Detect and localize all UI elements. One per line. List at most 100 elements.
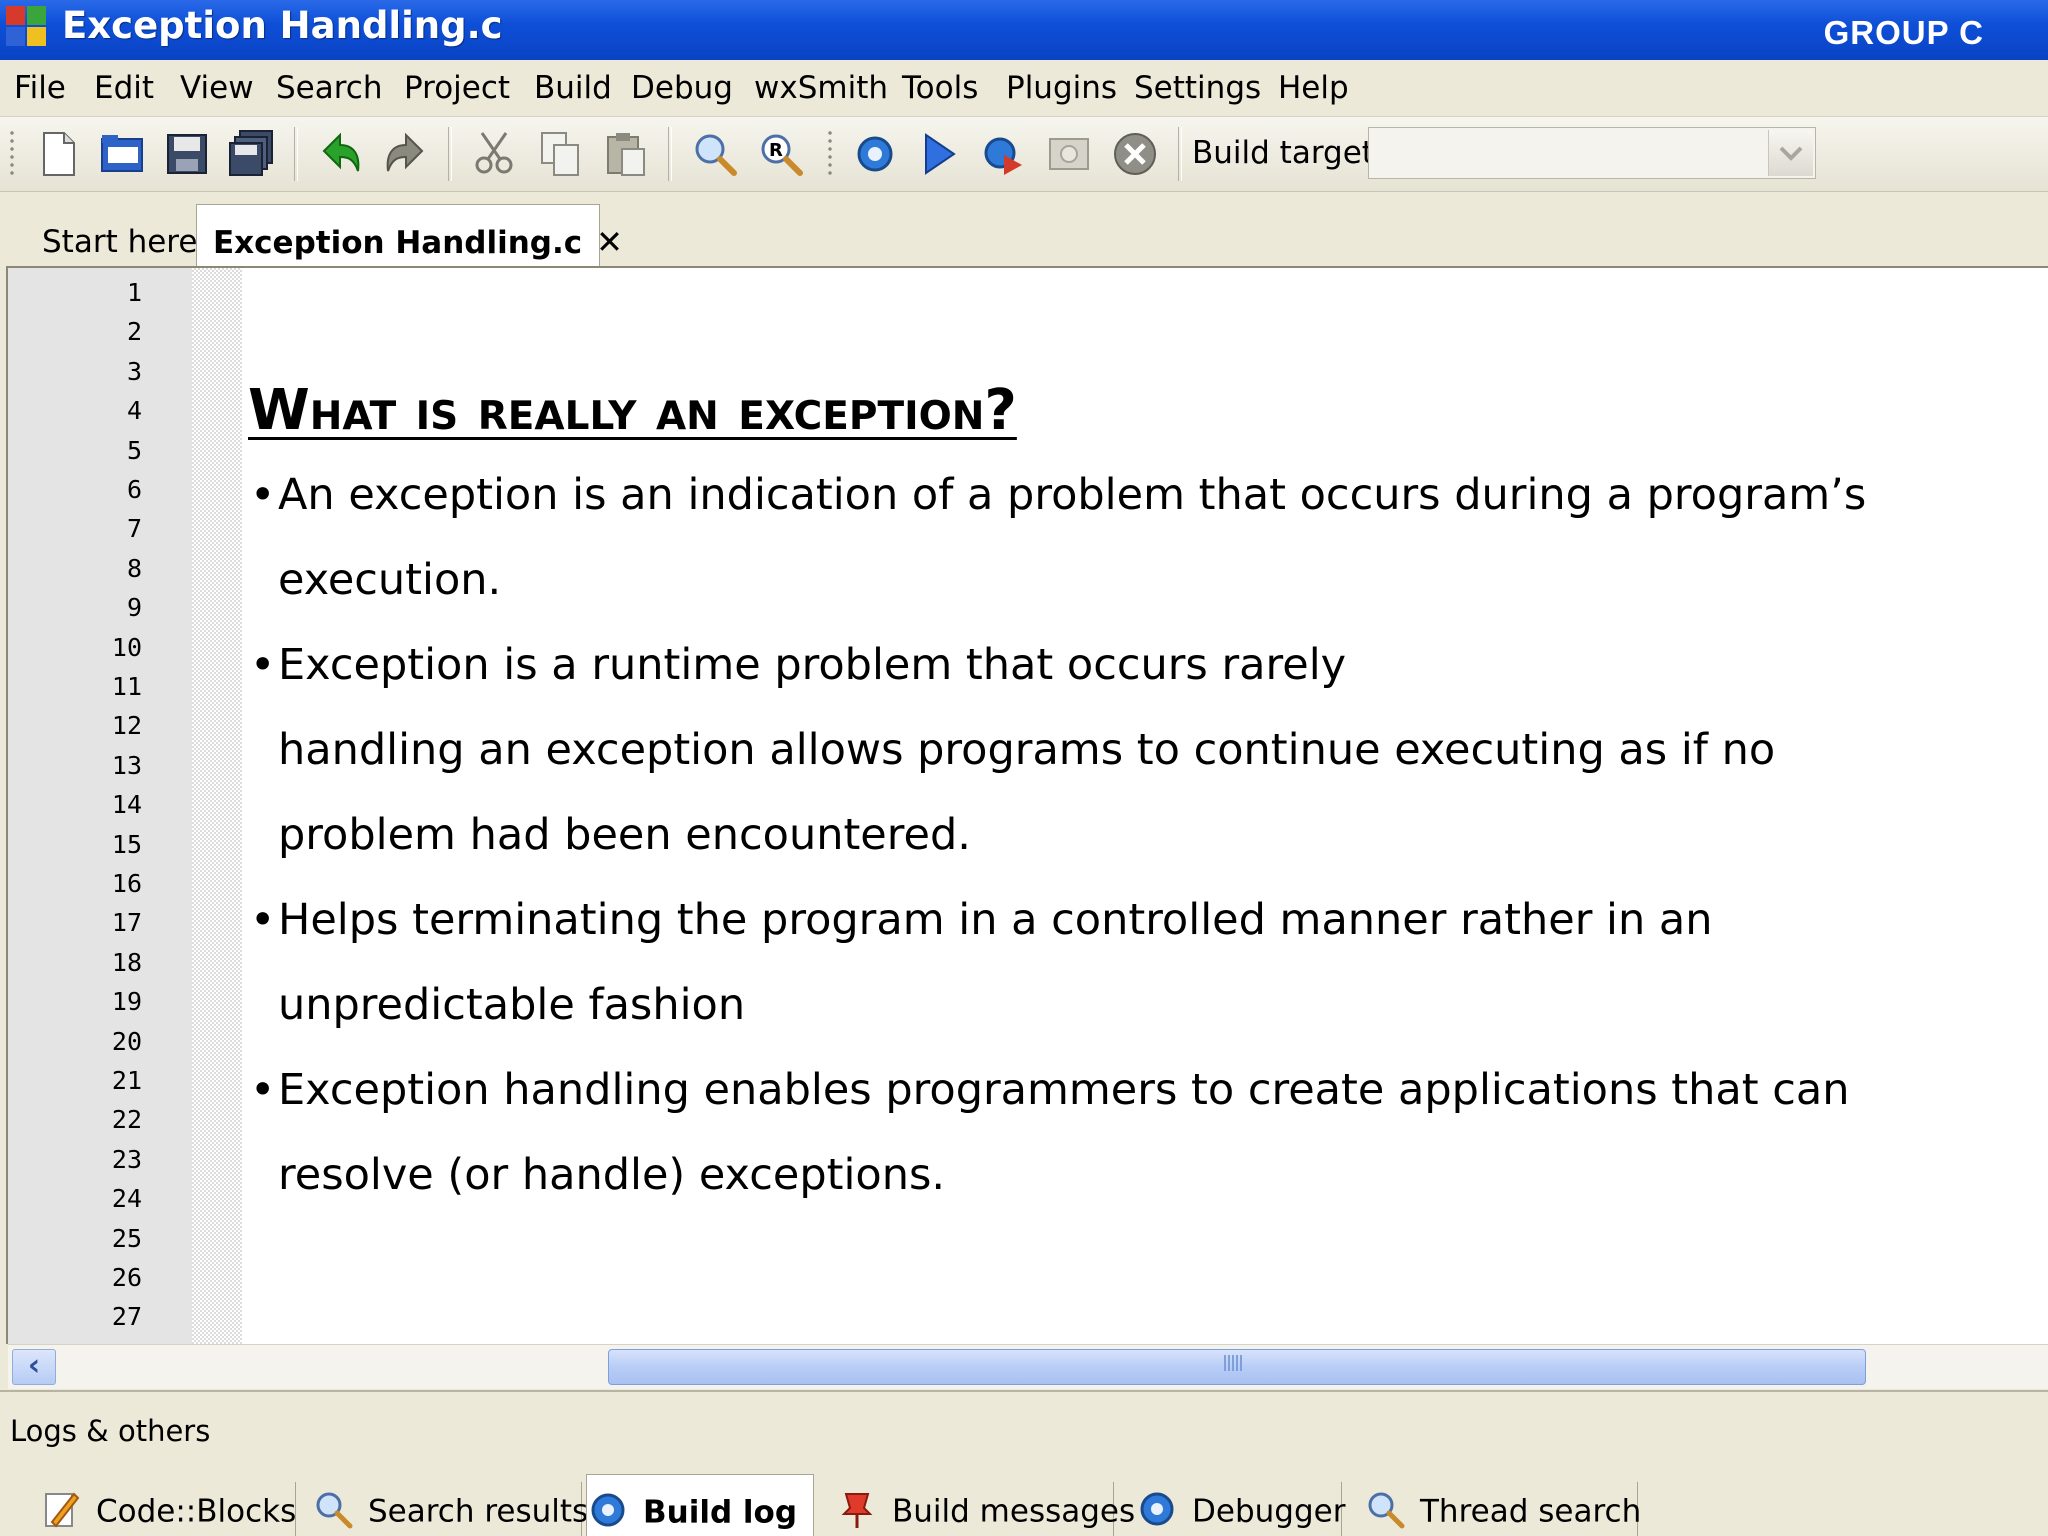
paste-icon[interactable]: [600, 129, 650, 179]
bullet-item: • Exception is a runtime problem that occ…: [248, 623, 2038, 878]
toolbar-separator: [1178, 127, 1182, 181]
tab-start-here[interactable]: Start here: [30, 212, 211, 264]
bullet-line: problem had been encountered.: [278, 810, 971, 860]
scroll-left-icon[interactable]: ‹: [12, 1349, 56, 1385]
log-tab-search-results[interactable]: Search results: [312, 1482, 588, 1536]
abort-icon[interactable]: [1110, 129, 1160, 179]
tab-exception-handling[interactable]: Exception Handling.c ✕: [196, 204, 623, 266]
open-folder-icon[interactable]: [98, 129, 148, 179]
log-tab-label: Debugger: [1192, 1493, 1346, 1530]
menu-edit[interactable]: Edit: [90, 68, 158, 108]
menu-plugins[interactable]: Plugins: [1002, 68, 1121, 108]
line-number: 17: [111, 908, 142, 938]
menu-settings[interactable]: Settings: [1130, 68, 1265, 108]
log-tabs: Code::Blocks Search results Build log Bu…: [0, 1474, 2048, 1536]
log-tab-label: Search results: [368, 1493, 589, 1530]
build-and-run-icon[interactable]: [978, 129, 1028, 179]
tab-label: Exception Handling.c: [213, 225, 583, 261]
line-number: 9: [126, 593, 142, 623]
line-number: 26: [111, 1263, 142, 1292]
log-tab-build-messages[interactable]: Build messages: [836, 1482, 1135, 1536]
log-tab-debugger[interactable]: Debugger: [1136, 1482, 1346, 1536]
bullet-line: handling an exception allows programs to…: [278, 725, 1776, 775]
log-tab-thread-search[interactable]: Thread search: [1364, 1482, 1641, 1536]
menu-build[interactable]: Build: [530, 68, 616, 108]
line-number: 16: [111, 869, 142, 898]
line-number: 8: [126, 553, 142, 583]
menu-view[interactable]: View: [176, 68, 258, 108]
bullet-line: An exception is an indication of a probl…: [278, 470, 1867, 520]
line-number: 7: [126, 514, 142, 544]
svg-text:R: R: [769, 140, 783, 161]
build-gear-icon[interactable]: [850, 129, 900, 179]
editor-tabs: Start here Exception Handling.c ✕: [0, 192, 2048, 266]
replace-icon[interactable]: R: [756, 129, 806, 179]
magnifier-icon: [316, 1492, 353, 1529]
line-number: 19: [111, 987, 142, 1017]
toolbar-separator: [448, 127, 452, 181]
line-number: 22: [111, 1105, 142, 1135]
find-icon[interactable]: [690, 129, 740, 179]
line-number: 14: [111, 790, 142, 820]
line-number: 6: [126, 475, 142, 504]
line-number: 3: [126, 356, 142, 386]
line-number: 1: [126, 278, 142, 307]
save-icon[interactable]: [162, 129, 212, 179]
close-icon[interactable]: ✕: [596, 223, 623, 261]
chevron-down-icon[interactable]: [1768, 130, 1813, 176]
menu-debug[interactable]: Debug: [627, 68, 737, 108]
bullet-line: Helps terminating the program in a contr…: [278, 895, 1713, 945]
horizontal-scrollbar[interactable]: ‹: [8, 1344, 2048, 1389]
line-number: 11: [111, 672, 142, 701]
menu-project[interactable]: Project: [400, 68, 514, 108]
line-number: 12: [111, 711, 142, 741]
bullet-list: • An exception is an indication of a prob…: [248, 453, 2038, 1218]
redo-icon[interactable]: [380, 129, 430, 179]
line-number: 13: [111, 750, 142, 780]
undo-icon[interactable]: [316, 129, 366, 179]
fold-margin: [192, 268, 242, 1344]
line-number: 5: [126, 435, 142, 465]
line-number: 10: [111, 632, 142, 662]
debugger-gear-icon: [1140, 1492, 1174, 1526]
logs-panel: Logs & others Code::Blocks Search result…: [0, 1390, 2048, 1536]
bullet-item: • An exception is an indication of a prob…: [248, 453, 2038, 623]
menu-tools[interactable]: Tools: [898, 68, 982, 108]
slide-heading: What is really an exception?: [248, 378, 1017, 443]
line-number-gutter: 1 2 3 4 5 6 7 8 9 10 11 12 13 14 15 16 17 18 19 20 21 22 23 24 2…: [8, 268, 192, 1344]
magnifier-icon: [1368, 1492, 1405, 1529]
log-tab-build-log[interactable]: Build log: [586, 1474, 814, 1536]
build-target-select[interactable]: [1368, 127, 1816, 179]
menu-file[interactable]: File: [10, 68, 70, 108]
scroll-grip-icon: [1224, 1355, 1244, 1371]
log-tab-codeblocks[interactable]: Code::Blocks: [40, 1482, 296, 1536]
cut-icon[interactable]: [470, 129, 520, 179]
log-tab-label: Build log: [643, 1494, 798, 1531]
window-title: Exception Handling.c: [62, 4, 503, 47]
save-all-icon[interactable]: [226, 129, 276, 179]
bullet-line: Exception is a runtime problem that occu…: [278, 640, 1347, 690]
title-bar: Exception Handling.c GROUP C: [0, 0, 2048, 60]
menu-search[interactable]: Search: [272, 68, 387, 108]
menu-wxsmith[interactable]: wxSmith: [750, 68, 892, 108]
copy-icon[interactable]: [536, 129, 586, 179]
editor-content: What is really an exception? • An excepti…: [248, 378, 2038, 1218]
run-icon[interactable]: [914, 129, 964, 179]
line-number: 24: [111, 1184, 142, 1214]
toolbar-grip[interactable]: [10, 129, 14, 179]
line-number: 20: [111, 1026, 142, 1056]
bullet-dot: •: [250, 895, 276, 945]
pushpin-icon: [841, 1493, 873, 1528]
menu-help[interactable]: Help: [1274, 68, 1353, 108]
toolbar-grip[interactable]: [828, 129, 832, 179]
line-number: 25: [111, 1223, 142, 1253]
bullet-line: execution.: [278, 555, 502, 605]
line-number: 23: [111, 1144, 142, 1174]
line-number: 18: [111, 947, 142, 977]
tab-label: Start here: [42, 224, 198, 260]
line-number: 2: [126, 317, 142, 347]
rebuild-icon[interactable]: [1044, 129, 1094, 179]
new-file-icon[interactable]: [34, 129, 84, 179]
code-editor[interactable]: 1 2 3 4 5 6 7 8 9 10 11 12 13 14 15 16 17 18 19 20 21 22 23 24 2…: [6, 266, 2048, 1344]
log-tab-label: Code::Blocks: [96, 1493, 297, 1530]
